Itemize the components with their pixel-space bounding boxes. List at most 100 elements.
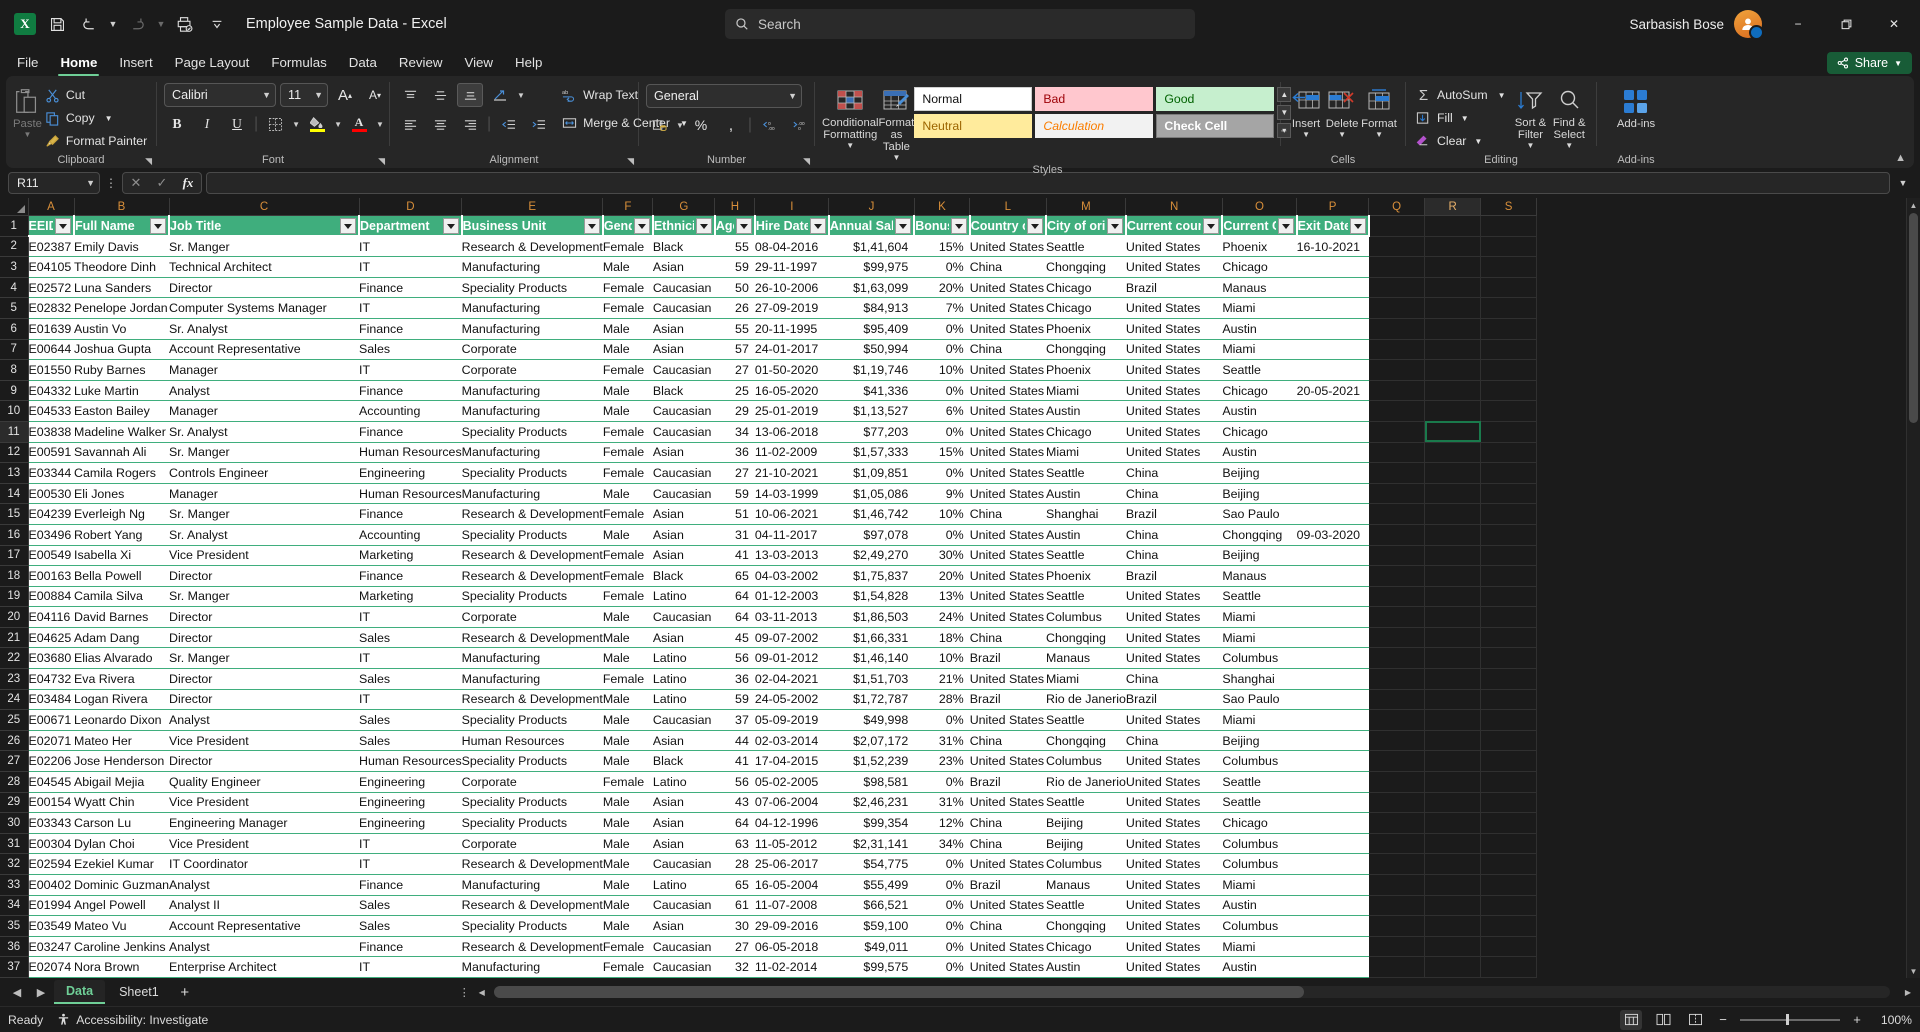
table-cell[interactable]: 16-05-2004 (754, 874, 829, 896)
table-cell[interactable]: Austin (1046, 524, 1126, 546)
table-cell[interactable]: Miami (1222, 936, 1297, 958)
table-cell[interactable]: Brazil (969, 647, 1046, 670)
table-cell[interactable]: Austin (1046, 956, 1126, 978)
name-box[interactable]: R11 ▼ (8, 172, 100, 194)
table-cell[interactable]: Speciality Products (461, 462, 603, 484)
empty-cell[interactable] (1480, 771, 1538, 793)
font-color-dropdown-icon[interactable]: ▼ (376, 120, 384, 129)
table-cell[interactable] (1296, 545, 1369, 567)
table-cell[interactable] (1296, 277, 1369, 299)
table-cell[interactable] (1296, 895, 1369, 917)
zoom-in-button[interactable]: + (1850, 1012, 1864, 1027)
collapse-ribbon-icon[interactable]: ▲ (1895, 152, 1906, 164)
table-cell[interactable]: China (969, 730, 1046, 752)
table-cell[interactable]: 59 (714, 689, 755, 711)
table-cell[interactable]: Male (602, 606, 653, 628)
row-header-15[interactable]: 15 (0, 503, 29, 525)
table-cell[interactable]: 23% (914, 750, 970, 773)
table-cell[interactable]: Leonardo Dixon (74, 709, 170, 731)
table-cell[interactable]: 65 (714, 565, 755, 587)
cell-style-normal[interactable]: Normal (914, 87, 1033, 111)
table-cell[interactable]: 36 (714, 442, 755, 464)
accounting-format-icon[interactable] (646, 113, 672, 137)
table-cell[interactable] (1296, 483, 1369, 505)
table-cell[interactable]: 09-07-2002 (754, 627, 829, 649)
fill-color-icon[interactable] (304, 112, 330, 136)
column-header-J[interactable]: J (828, 198, 915, 216)
table-cell[interactable]: Ezekiel Kumar (74, 853, 170, 875)
filter-dropdown-icon[interactable] (442, 218, 459, 234)
filter-dropdown-icon[interactable] (1106, 218, 1123, 234)
table-cell[interactable]: Male (602, 339, 653, 361)
table-cell[interactable]: United States (969, 421, 1046, 443)
table-cell[interactable]: Director (169, 277, 360, 299)
table-cell[interactable]: $1,19,746 (828, 359, 915, 381)
empty-cell[interactable] (1480, 874, 1538, 896)
table-cell[interactable]: Miami (1222, 627, 1297, 649)
table-cell[interactable]: 56 (714, 647, 755, 670)
table-cell[interactable]: 04-11-2017 (754, 524, 829, 546)
table-cell[interactable]: Engineering (359, 771, 462, 793)
table-cell[interactable]: E04625 (28, 627, 74, 649)
table-cell[interactable]: $1,63,099 (828, 277, 915, 299)
table-cell[interactable]: United States (969, 853, 1046, 875)
table-cell[interactable]: Director (169, 689, 360, 711)
table-cell[interactable]: 0% (914, 318, 970, 340)
font-dialog-launcher[interactable]: ◥ (378, 153, 385, 169)
table-cell[interactable]: Seattle (1046, 236, 1126, 258)
table-cell[interactable]: Caucasian (652, 421, 715, 443)
minimize-button[interactable]: − (1776, 8, 1820, 40)
table-cell[interactable]: Beijing (1222, 483, 1297, 505)
table-cell[interactable]: Latino (652, 668, 715, 690)
table-cell[interactable]: Latino (652, 771, 715, 793)
delete-dropdown-icon[interactable]: ▼ (1338, 130, 1346, 139)
table-cell[interactable]: IT (359, 359, 462, 381)
table-cell[interactable] (1296, 256, 1369, 278)
table-cell[interactable]: Latino (652, 689, 715, 711)
table-cell[interactable]: Carson Lu (74, 812, 170, 834)
table-cell[interactable]: Male (602, 524, 653, 546)
table-cell[interactable]: Black (652, 380, 715, 402)
table-cell[interactable]: United States (969, 936, 1046, 958)
table-cell[interactable] (1296, 421, 1369, 443)
table-cell[interactable]: Research & Development (461, 545, 603, 567)
table-cell[interactable]: 04-12-1996 (754, 812, 829, 834)
table-cell[interactable]: $84,913 (828, 297, 915, 319)
column-header-B[interactable]: B (74, 198, 170, 216)
row-header-2[interactable]: 2 (0, 236, 29, 258)
sheet-tab-sheet1[interactable]: Sheet1 (107, 980, 171, 1004)
table-cell[interactable] (1296, 503, 1369, 525)
table-cell[interactable]: Human Resources (359, 483, 462, 505)
table-header-cell[interactable]: Age (714, 215, 756, 238)
table-cell[interactable]: Columbus (1222, 915, 1297, 937)
table-cell[interactable]: Caucasian (652, 462, 715, 484)
table-cell[interactable]: 01-50-2020 (754, 359, 829, 381)
horizontal-scrollbar[interactable] (493, 986, 1890, 998)
table-cell[interactable]: E04105 (28, 256, 74, 278)
table-row[interactable]: 2 E02387 Emily Davis Sr. Manger IT Research &… (0, 236, 1538, 258)
table-cell[interactable]: United States (969, 956, 1046, 978)
tab-review[interactable]: Review (388, 50, 454, 76)
table-cell[interactable]: Asian (652, 730, 715, 752)
table-cell[interactable]: Manufacturing (461, 442, 603, 464)
empty-cell[interactable] (1424, 297, 1482, 319)
conditional-formatting-dropdown-icon[interactable]: ▼ (846, 141, 854, 150)
table-cell[interactable]: Sr. Analyst (169, 318, 360, 340)
table-cell[interactable]: Speciality Products (461, 750, 603, 773)
table-cell[interactable]: United States (1125, 380, 1223, 402)
table-cell[interactable]: Beijing (1222, 462, 1297, 484)
table-cell[interactable]: Brazil (1125, 689, 1223, 711)
zoom-slider[interactable] (1740, 1013, 1840, 1027)
table-row[interactable]: 35 E03549 Mateo Vu Account Representative Sa… (0, 915, 1538, 937)
tab-split-handle[interactable]: ⋮ (459, 986, 470, 999)
increase-decimal-icon[interactable]: .00 0 (786, 113, 812, 137)
table-header-cell[interactable]: Gender (602, 215, 654, 238)
table-cell[interactable]: Manager (169, 400, 360, 422)
table-row[interactable]: 36 E03247 Caroline Jenkins Analyst Finance Re… (0, 936, 1538, 958)
table-cell[interactable]: Male (602, 853, 653, 875)
table-cell[interactable]: Caucasian (652, 297, 715, 319)
table-cell[interactable] (1296, 462, 1369, 484)
table-cell[interactable] (1296, 647, 1369, 670)
customize-quick-access-icon[interactable] (202, 9, 232, 39)
table-cell[interactable]: United States (1125, 339, 1223, 361)
